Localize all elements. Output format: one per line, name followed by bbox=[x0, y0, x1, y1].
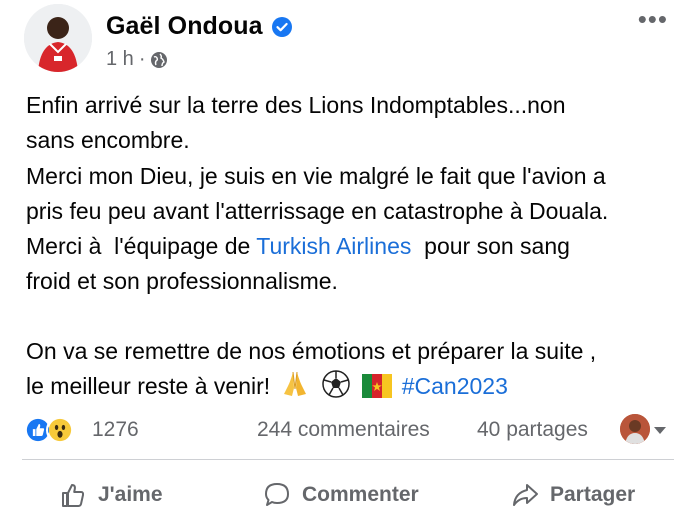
hashtag-can2023[interactable]: #Can2023 bbox=[402, 373, 508, 399]
post-text-segment: le meilleur reste à venir! bbox=[26, 373, 271, 400]
post-meta: 1 h · bbox=[106, 48, 168, 71]
soccer-ball-icon bbox=[322, 370, 350, 408]
reactions-count[interactable]: 1276 bbox=[92, 418, 139, 442]
post-stats: 1276 244 commentaires 40 partages bbox=[22, 414, 674, 448]
share-arrow-icon bbox=[513, 484, 538, 506]
reactions-summary[interactable] bbox=[24, 416, 74, 444]
viewer-avatar[interactable] bbox=[620, 414, 650, 444]
post-text-line: Merci mon Dieu, je suis en vie malgré le… bbox=[26, 162, 606, 189]
author-line: Gaël Ondoua bbox=[106, 12, 293, 41]
post-time[interactable]: 1 h bbox=[106, 48, 134, 71]
post-body: Enfin arrivé sur la terre des Lions Indo… bbox=[26, 88, 676, 408]
share-button[interactable]: Partager bbox=[510, 480, 635, 510]
like-label: J'aime bbox=[98, 483, 163, 506]
more-options-button[interactable]: ••• bbox=[638, 6, 668, 32]
post-text-line: froid et son professionnalisme. bbox=[26, 268, 338, 295]
comment-bubble-icon bbox=[265, 483, 289, 506]
post-actions-bar: J'aime Commenter Partager bbox=[0, 470, 686, 520]
like-button[interactable]: J'aime bbox=[58, 480, 163, 510]
post-text-line: Enfin arrivé sur la terre des Lions Indo… bbox=[26, 92, 566, 118]
post-text-line: sans encombre. bbox=[26, 127, 190, 154]
chevron-down-icon[interactable] bbox=[654, 427, 666, 434]
post-text-line: Merci à l'équipage de Turkish Airlines p… bbox=[26, 229, 676, 264]
post-text-segment: pour son sang bbox=[411, 233, 570, 260]
share-label: Partager bbox=[550, 483, 636, 506]
author-name[interactable]: Gaël Ondoua bbox=[106, 12, 263, 41]
turkish-airlines-link[interactable]: Turkish Airlines bbox=[256, 233, 411, 259]
post-text-line: On va se remettre de nos émotions et pré… bbox=[26, 337, 597, 364]
post-text-line: pris feu peu avant l'atterrissage en cat… bbox=[26, 197, 609, 224]
actions-divider bbox=[22, 459, 674, 460]
meta-separator: · bbox=[138, 48, 146, 70]
author-avatar[interactable] bbox=[24, 4, 92, 72]
cameroon-flag-icon bbox=[362, 373, 393, 408]
verified-badge-icon bbox=[271, 16, 292, 37]
folded-hands-icon bbox=[280, 370, 310, 408]
comments-count[interactable]: 244 commentaires bbox=[257, 418, 430, 442]
thumbs-up-icon bbox=[62, 484, 85, 507]
shares-count[interactable]: 40 partages bbox=[477, 418, 588, 442]
comment-label: Commenter bbox=[302, 483, 419, 506]
post-text-segment: Merci à l'équipage de bbox=[26, 233, 257, 260]
globe-icon bbox=[151, 51, 168, 68]
wow-reaction-icon bbox=[46, 416, 74, 444]
post-header: Gaël Ondoua 1 h · ••• bbox=[0, 0, 686, 80]
comment-button[interactable]: Commenter bbox=[262, 480, 419, 510]
post-text-line: le meilleur reste à venir! #Can2023 bbox=[26, 369, 676, 408]
